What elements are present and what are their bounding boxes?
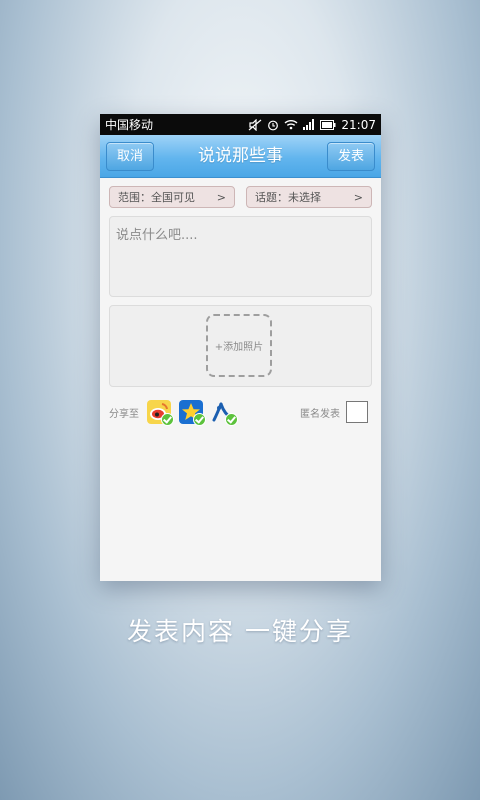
renren-icon[interactable]: [211, 400, 238, 426]
scope-label: 范围：全国可见: [118, 191, 195, 204]
title-bar: 取消 说说那些事 发表: [100, 135, 381, 178]
promo-caption: 发表内容 一键分享: [127, 617, 353, 646]
mute-icon: [249, 118, 262, 131]
phone-screen: 中国移动 21:07 取消 说说那些事 发表 范围：全国可见 > 话题：未选择 …: [100, 114, 381, 581]
battery-icon: [320, 119, 336, 130]
compose-input[interactable]: 说点什么吧....: [109, 216, 372, 297]
status-bar: 中国移动 21:07: [100, 114, 381, 135]
alarm-icon: [268, 120, 279, 130]
selector-row: 范围：全国可见 > 话题：未选择 >: [100, 178, 381, 208]
topic-selector[interactable]: 话题：未选择 >: [246, 186, 372, 208]
add-photo-label: +添加照片: [214, 342, 264, 353]
chevron-right-icon: >: [216, 190, 226, 204]
anonymous-option: 匿名发表: [300, 399, 368, 425]
status-icons: 21:07: [248, 118, 376, 132]
anonymous-label: 匿名发表: [300, 408, 340, 420]
wifi-icon: [284, 120, 298, 130]
checked-icon: [161, 413, 174, 426]
photo-area: +添加照片: [109, 305, 372, 387]
anonymous-checkbox[interactable]: [346, 401, 368, 423]
share-row: 分享至 匿名发表: [100, 399, 381, 426]
topic-label: 话题：未选择: [255, 191, 321, 204]
scope-selector[interactable]: 范围：全国可见 >: [109, 186, 235, 208]
add-photo-button[interactable]: +添加照片: [206, 314, 272, 377]
sina-weibo-icon[interactable]: [147, 400, 174, 426]
checked-icon: [225, 413, 238, 426]
carrier-name: 中国移动: [105, 118, 154, 132]
checked-icon: [193, 413, 206, 426]
publish-button[interactable]: 发表: [326, 142, 375, 171]
clock: 21:07: [341, 117, 376, 132]
qzone-icon[interactable]: [179, 400, 206, 426]
share-label: 分享至: [109, 408, 139, 420]
chevron-right-icon: >: [353, 190, 363, 204]
signal-icon: [303, 119, 315, 130]
compose-placeholder: 说点什么吧....: [116, 228, 198, 243]
